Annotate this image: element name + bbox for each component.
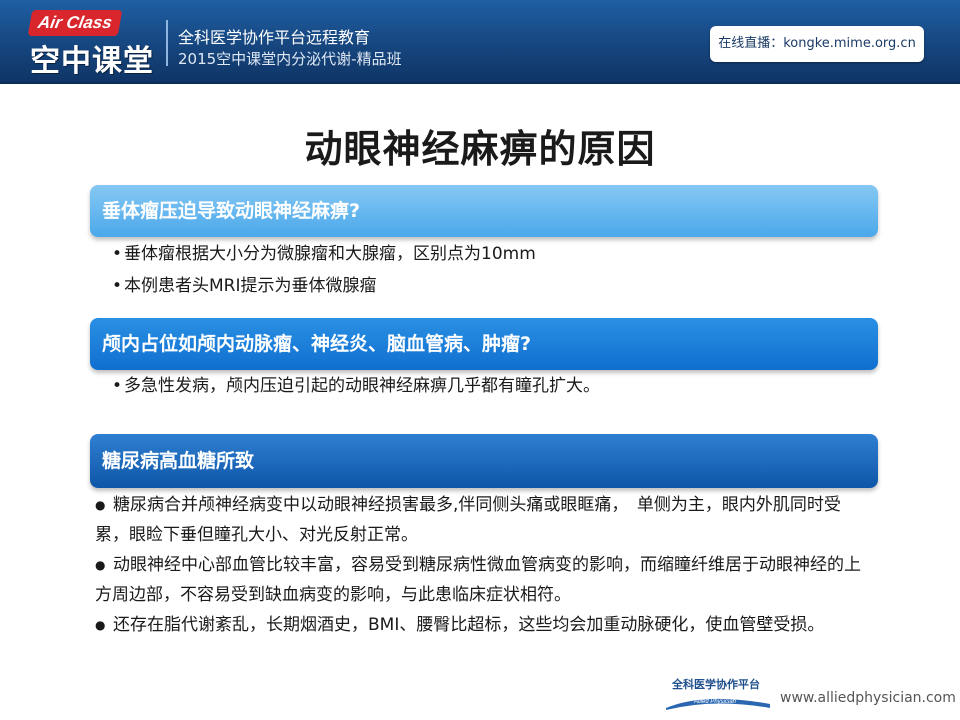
- header-course-name: 2015空中课堂内分泌代谢-精品班: [178, 50, 402, 68]
- bullet-dot-icon: •: [112, 244, 123, 264]
- section-list-intracranial: • 多急性发病，颅内压迫引起的动眼神经麻痹几乎都有瞳孔扩大。: [112, 370, 600, 402]
- list-item: • 本例患者头MRI提示为垂体微腺瘤: [112, 270, 536, 302]
- bullet-dot-icon: ●: [95, 618, 106, 632]
- section-heading-diabetes: 糖尿病高血糖所致: [90, 434, 878, 488]
- section-heading-pituitary: 垂体瘤压迫导致动眼神经麻痹?: [90, 185, 878, 237]
- section-list-diabetes: ● 糖尿病合并颅神经病变中以动眼神经损害最多,伴同侧头痛或眼眶痛， 单侧为主，眼内…: [95, 490, 870, 640]
- header-banner: Air Class 空中课堂 全科医学协作平台远程教育 2015空中课堂内分泌代…: [0, 0, 960, 84]
- list-item: ● 还存在脂代谢紊乱，长期烟酒史，BMI、腰臀比超标，这些均会加重动脉硬化，使血管…: [95, 610, 870, 640]
- list-item: • 多急性发病，颅内压迫引起的动眼神经麻痹几乎都有瞳孔扩大。: [112, 370, 600, 402]
- list-item: ● 动眼神经中心部血管比较丰富，容易受到糖尿病性微血管病变的影响，而缩瞳纤维居于动…: [95, 550, 870, 610]
- header-platform-name: 全科医学协作平台远程教育: [178, 28, 371, 47]
- live-broadcast-link[interactable]: 在线直播：kongke.mime.org.cn: [710, 26, 924, 62]
- allied-physician-logo-icon: Allied Physician: [666, 698, 770, 710]
- footer-website-link[interactable]: www.alliedphysician.com: [780, 690, 956, 706]
- bullet-dot-icon: •: [112, 376, 123, 396]
- air-class-logo-text: 空中课堂: [30, 44, 154, 79]
- bullet-dot-icon: ●: [95, 558, 106, 572]
- air-class-logo-badge: Air Class: [27, 10, 123, 36]
- bullet-dot-icon: •: [112, 276, 123, 296]
- section-heading-intracranial: 颅内占位如颅内动脉瘤、神经炎、脑血管病、肿瘤?: [90, 318, 878, 370]
- page-title: 动眼神经麻痹的原因: [304, 127, 656, 171]
- header-divider: [166, 20, 168, 66]
- section-list-pituitary: • 垂体瘤根据大小分为微腺瘤和大腺瘤，区别点为10mm • 本例患者头MRI提示为垂…: [112, 238, 536, 302]
- list-item: ● 糖尿病合并颅神经病变中以动眼神经损害最多,伴同侧头痛或眼眶痛， 单侧为主，眼内…: [95, 490, 870, 550]
- list-item: • 垂体瘤根据大小分为微腺瘤和大腺瘤，区别点为10mm: [112, 238, 536, 270]
- allied-physician-logo-sub: Allied Physician: [693, 699, 737, 705]
- bullet-dot-icon: ●: [95, 498, 106, 512]
